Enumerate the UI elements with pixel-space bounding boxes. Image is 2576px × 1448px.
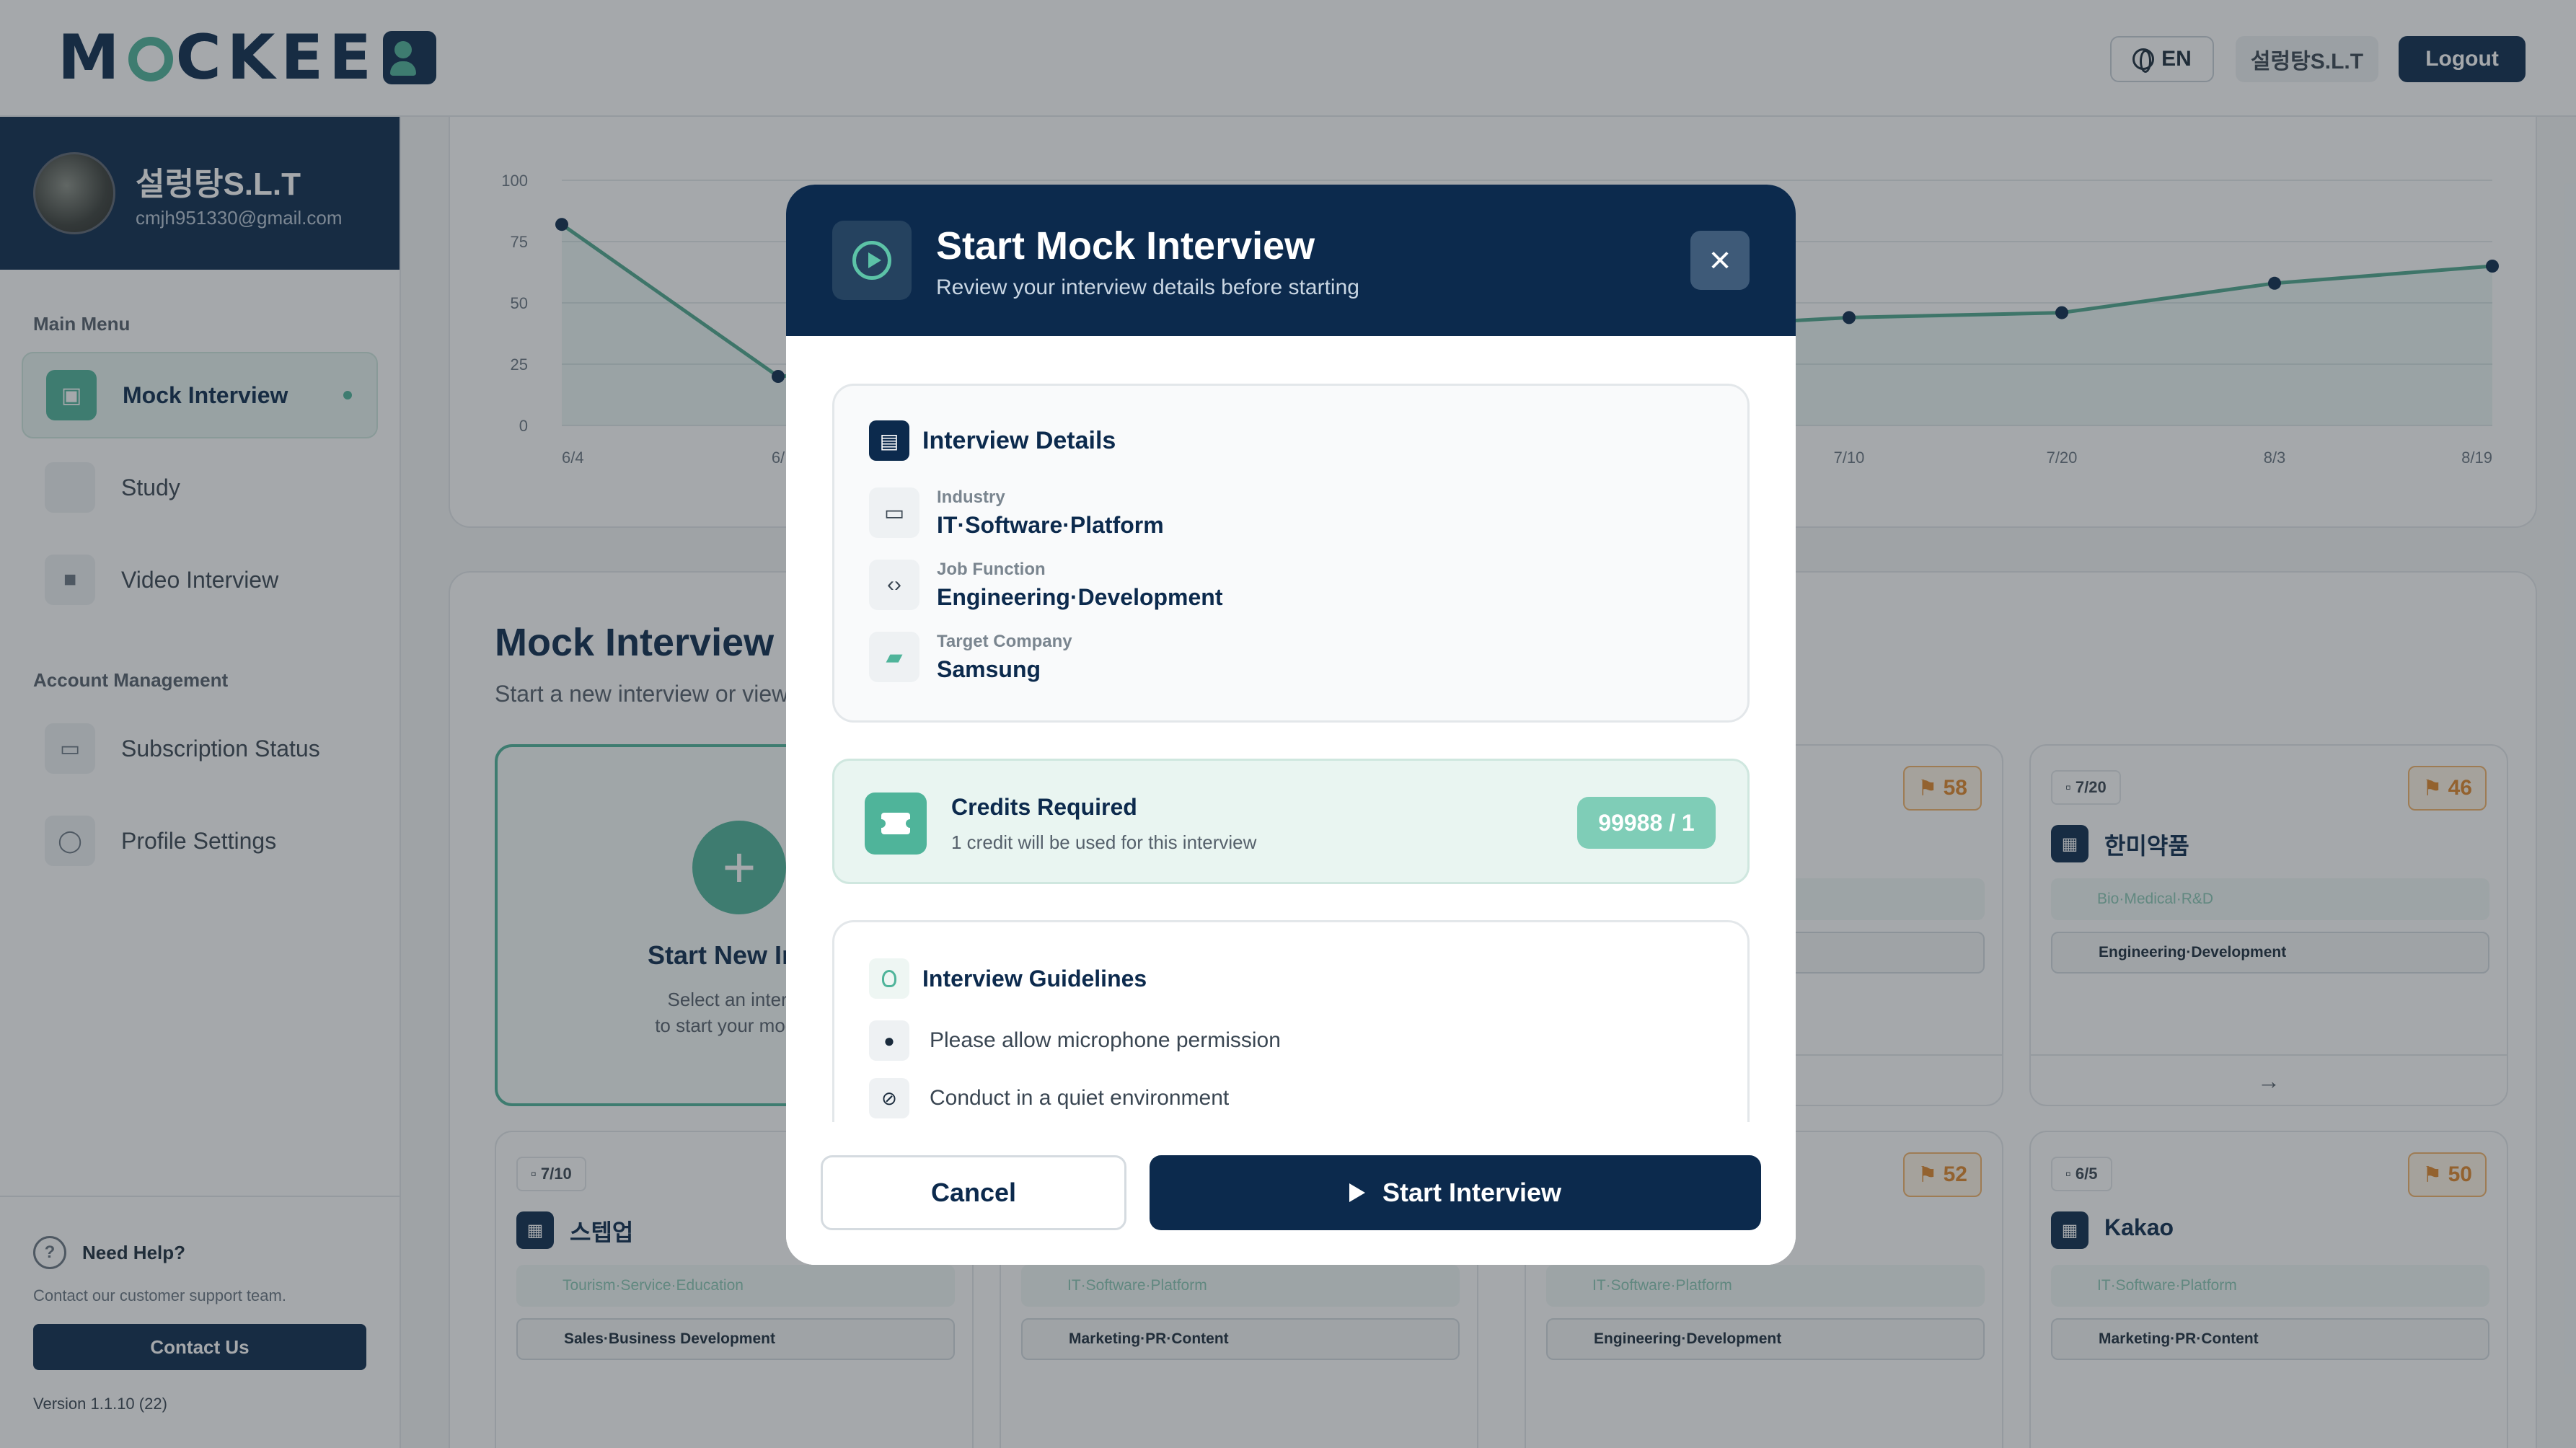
details-title: Interview Details: [922, 426, 1116, 454]
modal-footer: Cancel Start Interview: [786, 1122, 1796, 1265]
guideline-item: ● Please allow microphone permission: [869, 1020, 1281, 1061]
start-interview-modal: Start Mock Interview Review your intervi…: [786, 185, 1796, 1265]
guidelines-title: Interview Guidelines: [922, 965, 1147, 992]
cancel-button[interactable]: Cancel: [821, 1155, 1126, 1230]
laptop-icon: ▭: [869, 487, 919, 538]
briefcase-icon: ▰: [869, 632, 919, 682]
industry-label: Industry: [937, 487, 1005, 507]
code-icon: ‹›: [869, 560, 919, 610]
job-function-label: Job Function: [937, 559, 1046, 579]
close-icon: ×: [1708, 239, 1732, 281]
job-function-row: ‹› Job Function Engineering·Development: [869, 556, 1223, 614]
mute-icon: ⊘: [869, 1078, 909, 1118]
modal-header: Start Mock Interview Review your intervi…: [786, 185, 1796, 336]
credits-title: Credits Required: [951, 794, 1137, 820]
microphone-icon: ●: [869, 1020, 909, 1061]
guideline-text: Please allow microphone permission: [930, 1028, 1281, 1052]
close-button[interactable]: ×: [1690, 231, 1750, 290]
credits-card: Credits Required 1 credit will be used f…: [832, 759, 1750, 884]
industry-value: IT·Software·Platform: [937, 511, 1164, 538]
target-company-row: ▰ Target Company Samsung: [869, 628, 1072, 686]
clipboard-icon: ▤: [869, 420, 909, 461]
target-company-label: Target Company: [937, 631, 1072, 651]
play-circle-icon: [832, 221, 912, 300]
start-interview-button[interactable]: Start Interview: [1150, 1155, 1761, 1230]
modal-subtitle: Review your interview details before sta…: [936, 275, 1359, 299]
guideline-text: Conduct in a quiet environment: [930, 1086, 1230, 1110]
modal-title: Start Mock Interview: [936, 224, 1315, 268]
job-function-value: Engineering·Development: [937, 583, 1223, 610]
play-icon: [1349, 1183, 1365, 1202]
start-interview-label: Start Interview: [1382, 1178, 1562, 1207]
guideline-item: ⊘ Conduct in a quiet environment: [869, 1078, 1229, 1118]
lightbulb-icon: [869, 958, 909, 999]
target-company-value: Samsung: [937, 655, 1041, 682]
interview-details-card: ▤ Interview Details ▭ Industry IT·Softwa…: [832, 384, 1750, 723]
industry-row: ▭ Industry IT·Software·Platform: [869, 484, 1164, 542]
ticket-icon: [865, 793, 927, 855]
credits-badge: 99988 / 1: [1577, 797, 1716, 849]
credits-description: 1 credit will be used for this interview: [951, 831, 1257, 853]
